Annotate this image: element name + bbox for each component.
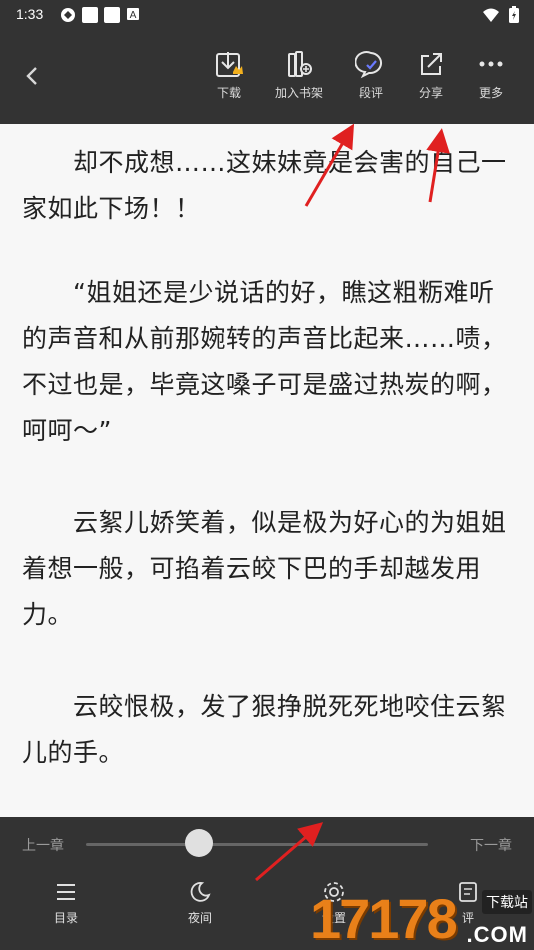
moon-icon [190,882,211,902]
chapter-nav-bar: 上一章 下一章 [0,817,534,869]
paragraph-4: 云皎恨极，发了狠挣脱死死地咬住云絮儿的手。 [22,692,507,767]
wifi-icon [483,8,499,22]
night-label: 夜间 [187,911,212,925]
watermark-domain: .COM [466,922,528,947]
catalog-button[interactable]: 目录 [26,879,106,926]
status-icons: A [60,7,140,23]
system-icons [482,6,520,24]
reader-toolbar: 下载 加入书架 段评 分享 更多 [0,30,534,124]
more-button[interactable]: 更多 [456,48,526,101]
comment-bubble-icon [355,51,383,79]
add-to-bookshelf-button[interactable]: 加入书架 [264,48,334,101]
night-mode-button[interactable]: 夜间 [160,879,240,926]
status-time: 1:33 [16,6,44,22]
chapter-progress-thumb[interactable] [184,829,213,857]
paragraph-3: 云絮儿娇笑着，似是极为好心的为姐姐着想一般，可掐着云皎下巴的手却越发用力。 [22,508,507,629]
more-dots-icon [479,61,503,67]
back-button[interactable] [18,56,46,96]
bookshelf-label: 加入书架 [274,86,323,100]
watermark-number: 17178 [310,887,458,950]
notification-square-icon [104,7,120,23]
catalog-label: 目录 [53,911,78,925]
prev-chapter-button[interactable]: 上一章 [22,835,64,855]
list-icon [57,884,75,900]
download-icon [216,52,243,77]
share-icon [421,53,442,75]
watermark-logo: 17178 下载站 .COM [310,880,534,950]
more-label: 更多 [478,86,503,100]
download-button[interactable]: 下载 [194,48,264,101]
battery-charging-icon [509,6,519,23]
chevron-left-icon [26,67,37,85]
paragraph-2: “姐姐还是少说话的好，瞧这粗粝难听的声音和从前那婉转的声音比起来……啧，不过也是… [22,278,507,445]
reading-content[interactable]: 却不成想……这妹妹竟是会害的自己一家如此下场！！ “姐姐还是少说话的好，瞧这粗粝… [0,124,534,817]
bookshelf-add-icon [288,51,312,77]
watermark-tag: 下载站 [482,890,532,914]
download-label: 下载 [216,86,241,100]
chapter-progress-track[interactable] [86,843,428,846]
status-bar: 1:33 A [0,0,534,30]
paragraph-1: 却不成想……这妹妹竟是会害的自己一家如此下场！！ [22,148,507,223]
svg-text:A: A [130,10,137,21]
next-chapter-button[interactable]: 下一章 [470,835,512,855]
notification-square-icon [82,7,98,23]
vpn-icon [61,8,75,22]
a-icon: A [127,8,139,21]
